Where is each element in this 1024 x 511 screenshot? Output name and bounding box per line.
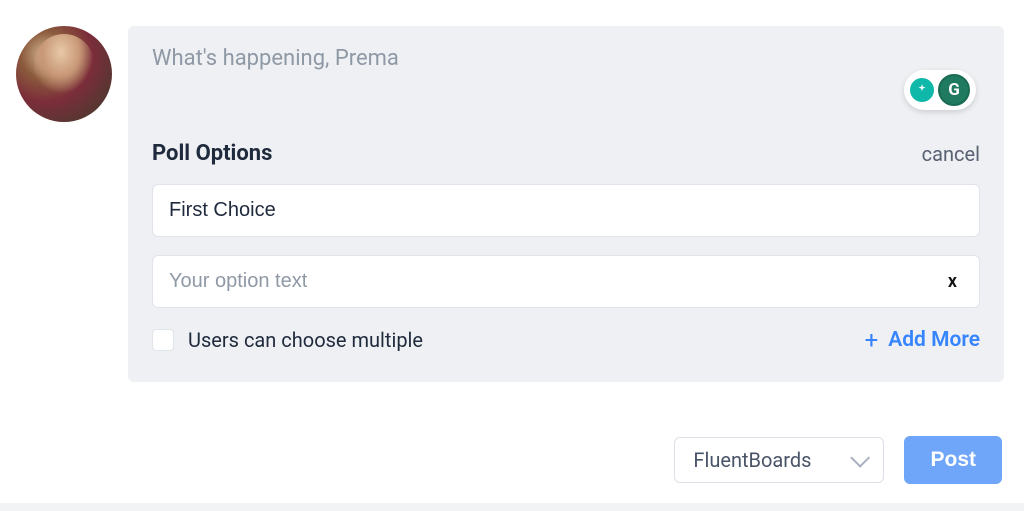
multi-choice-row: Users can choose multiple: [152, 328, 423, 352]
extension-tray: G: [904, 70, 976, 110]
composer-actions: FluentBoards Post: [674, 436, 1002, 484]
divider: [0, 503, 1024, 511]
post-button[interactable]: Post: [904, 436, 1002, 484]
cancel-button[interactable]: cancel: [922, 142, 980, 166]
poll-option-input[interactable]: [169, 270, 942, 293]
destination-select[interactable]: FluentBoards: [674, 437, 884, 483]
poll-options-heading: Poll Options: [152, 141, 272, 166]
multi-choice-label: Users can choose multiple: [188, 328, 423, 352]
poll-option-input[interactable]: [169, 199, 963, 222]
add-more-label: Add More: [888, 328, 980, 352]
poll-option-row: x: [152, 255, 980, 308]
composer-placeholder[interactable]: What's happening, Prema: [152, 46, 980, 71]
remove-option-button[interactable]: x: [942, 271, 963, 292]
poll-option-row: [152, 184, 980, 237]
plus-icon: +: [865, 326, 879, 354]
sparkle-icon[interactable]: [910, 78, 934, 102]
grammarly-icon[interactable]: G: [938, 74, 970, 106]
avatar[interactable]: [16, 26, 112, 122]
composer-card: What's happening, Prema G Poll Options c…: [128, 26, 1004, 382]
destination-select-value: FluentBoards: [693, 448, 811, 472]
chevron-down-icon: [851, 448, 871, 468]
multi-choice-checkbox[interactable]: [152, 329, 174, 351]
add-more-button[interactable]: + Add More: [865, 326, 980, 354]
